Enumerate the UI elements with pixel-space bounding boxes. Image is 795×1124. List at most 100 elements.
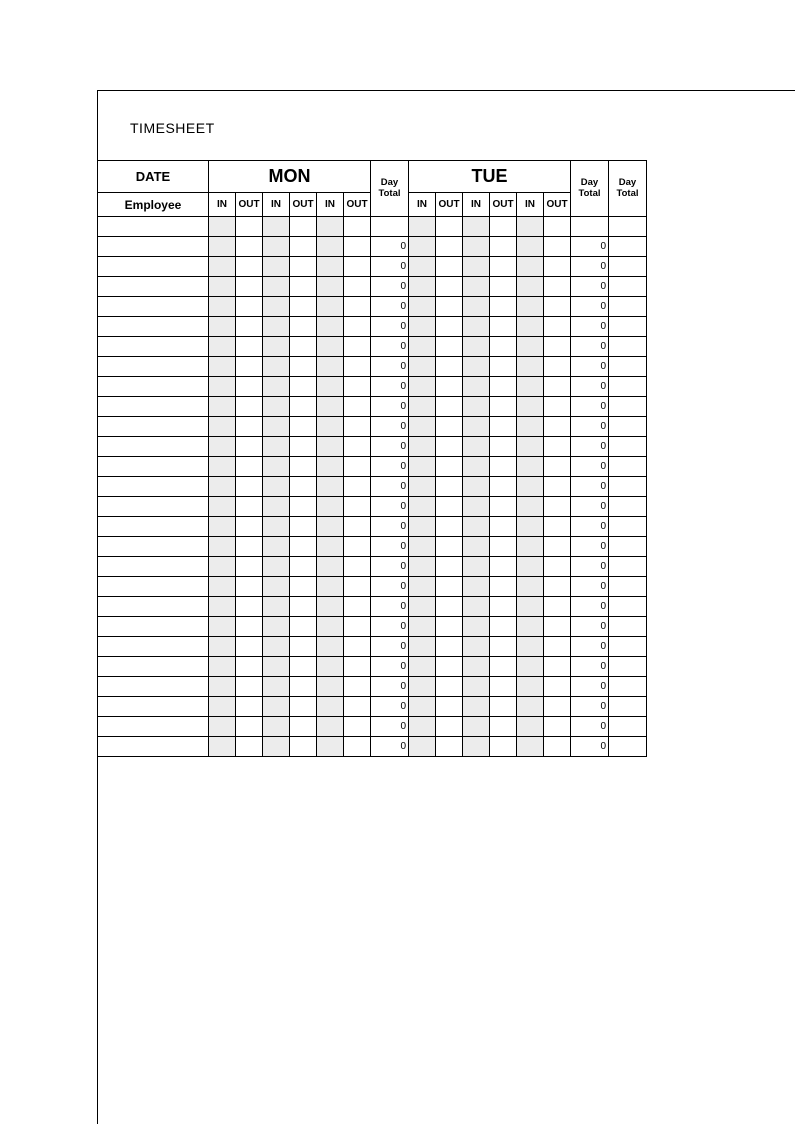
employee-cell[interactable] [98,457,209,477]
out-cell[interactable] [490,457,517,477]
out-cell[interactable] [436,217,463,237]
out-cell[interactable] [344,577,371,597]
in-cell[interactable] [263,217,290,237]
out-cell[interactable] [290,737,317,757]
out-cell[interactable] [290,657,317,677]
out-cell[interactable] [290,217,317,237]
out-cell[interactable] [290,637,317,657]
employee-cell[interactable] [98,537,209,557]
in-cell[interactable] [317,437,344,457]
out-cell[interactable] [490,657,517,677]
in-cell[interactable] [517,337,544,357]
employee-cell[interactable] [98,717,209,737]
in-cell[interactable] [463,617,490,637]
in-cell[interactable] [463,717,490,737]
out-cell[interactable] [344,337,371,357]
out-cell[interactable] [436,657,463,677]
in-cell[interactable] [409,657,436,677]
employee-cell[interactable] [98,477,209,497]
out-cell[interactable] [490,337,517,357]
in-cell[interactable] [517,357,544,377]
employee-cell[interactable] [98,397,209,417]
out-cell[interactable] [344,517,371,537]
out-cell[interactable] [544,617,571,637]
in-cell[interactable] [209,217,236,237]
out-cell[interactable] [436,437,463,457]
in-cell[interactable] [317,317,344,337]
day-total-cell[interactable] [609,377,647,397]
out-cell[interactable] [236,277,263,297]
employee-cell[interactable] [98,737,209,757]
in-cell[interactable] [463,377,490,397]
in-cell[interactable] [209,617,236,637]
employee-cell[interactable] [98,297,209,317]
in-cell[interactable] [263,417,290,437]
day-total-cell[interactable] [609,397,647,417]
in-cell[interactable] [409,237,436,257]
out-cell[interactable] [490,597,517,617]
out-cell[interactable] [544,337,571,357]
employee-cell[interactable] [98,677,209,697]
day-total-cell[interactable] [609,537,647,557]
in-cell[interactable] [209,237,236,257]
out-cell[interactable] [436,457,463,477]
in-cell[interactable] [517,217,544,237]
in-cell[interactable] [517,437,544,457]
out-cell[interactable] [344,257,371,277]
out-cell[interactable] [544,217,571,237]
out-cell[interactable] [490,557,517,577]
out-cell[interactable] [436,417,463,437]
employee-cell[interactable] [98,617,209,637]
in-cell[interactable] [263,277,290,297]
in-cell[interactable] [409,717,436,737]
in-cell[interactable] [209,257,236,277]
employee-cell[interactable] [98,657,209,677]
out-cell[interactable] [236,217,263,237]
in-cell[interactable] [263,737,290,757]
in-cell[interactable] [263,637,290,657]
in-cell[interactable] [517,517,544,537]
employee-cell[interactable] [98,517,209,537]
employee-cell[interactable] [98,377,209,397]
in-cell[interactable] [517,737,544,757]
out-cell[interactable] [436,597,463,617]
in-cell[interactable] [463,537,490,557]
in-cell[interactable] [463,357,490,377]
day-total-cell[interactable] [609,317,647,337]
in-cell[interactable] [263,317,290,337]
in-cell[interactable] [317,377,344,397]
employee-cell[interactable] [98,577,209,597]
employee-cell[interactable] [98,277,209,297]
in-cell[interactable] [209,597,236,617]
employee-cell[interactable] [98,337,209,357]
out-cell[interactable] [544,357,571,377]
out-cell[interactable] [344,377,371,397]
in-cell[interactable] [409,617,436,637]
in-cell[interactable] [409,417,436,437]
in-cell[interactable] [263,337,290,357]
employee-cell[interactable] [98,417,209,437]
in-cell[interactable] [209,737,236,757]
in-cell[interactable] [409,637,436,657]
day-total-cell[interactable] [609,237,647,257]
out-cell[interactable] [290,517,317,537]
day-total-cell[interactable] [609,357,647,377]
out-cell[interactable] [290,577,317,597]
out-cell[interactable] [490,517,517,537]
out-cell[interactable] [544,397,571,417]
in-cell[interactable] [209,517,236,537]
in-cell[interactable] [409,337,436,357]
out-cell[interactable] [290,277,317,297]
in-cell[interactable] [317,617,344,637]
employee-cell[interactable] [98,317,209,337]
out-cell[interactable] [490,437,517,457]
out-cell[interactable] [344,617,371,637]
in-cell[interactable] [317,577,344,597]
out-cell[interactable] [436,737,463,757]
out-cell[interactable] [436,317,463,337]
out-cell[interactable] [344,597,371,617]
in-cell[interactable] [463,497,490,517]
out-cell[interactable] [436,677,463,697]
day-total-cell[interactable] [609,477,647,497]
in-cell[interactable] [317,457,344,477]
